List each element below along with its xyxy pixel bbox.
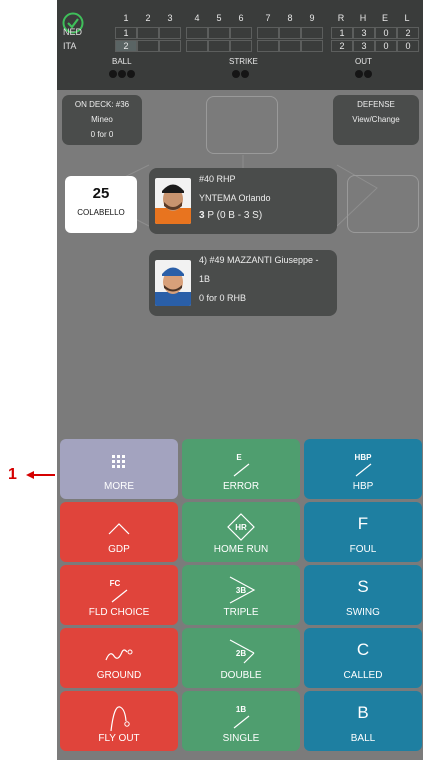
triple-button[interactable]: 3B TRIPLE (182, 565, 300, 625)
pitch-detail: P (0 B - 3 S) (204, 210, 263, 221)
fielders-choice-icon: FC (110, 579, 128, 603)
home-run-button[interactable]: HR HOME RUN (182, 502, 300, 562)
gdp-button[interactable]: GDP (60, 502, 178, 562)
batter-stats: 0 for 0 RHB (199, 293, 247, 303)
defense-title: DEFENSE (357, 100, 395, 109)
foul-letter: F (357, 514, 369, 533)
fly-out-button[interactable]: FLY OUT (60, 691, 178, 751)
batter-avatar (155, 260, 191, 306)
runner-card-third[interactable]: 25 COLABELLO (65, 176, 137, 233)
called-button[interactable]: C CALLED (304, 628, 422, 688)
error-icon: E (233, 453, 250, 477)
batter-number-name: 4) #49 MAZZANTI Giuseppe - (199, 255, 319, 265)
home-run-label: HOME RUN (213, 544, 269, 555)
double-play-path-icon (108, 523, 130, 535)
ball-label: BALL (350, 733, 376, 744)
fielders-choice-button[interactable]: FC FLD CHOICE (60, 565, 178, 625)
foul-label: FOUL (349, 544, 377, 555)
hbp-label: HBP (352, 481, 374, 492)
hbp-icon: HBP (355, 453, 373, 477)
home-run-icon-text: HR (235, 523, 247, 532)
pitcher-name: YNTEMA Orlando (199, 193, 271, 203)
on-deck-stats: 0 for 0 (90, 130, 114, 139)
second-base-slot[interactable] (206, 96, 278, 154)
callout-arrow-icon (26, 471, 55, 479)
pitcher-number: #40 RHP (199, 174, 236, 184)
error-button[interactable]: E ERROR (182, 439, 300, 499)
defense-action: View/Change (352, 115, 400, 124)
called-letter: C (356, 640, 370, 659)
first-base-slot[interactable] (347, 175, 419, 233)
ground-label: GROUND (96, 670, 142, 681)
home-run-diamond-icon: HR (227, 513, 255, 541)
pitch-count-line: 3 P (0 B - 3 S) (199, 210, 262, 221)
single-label: SINGLE (222, 733, 260, 744)
triple-base-path-icon: 3B (229, 576, 256, 604)
triple-icon-text: 3B (236, 586, 246, 595)
error-label: ERROR (222, 481, 260, 492)
defense-button[interactable]: DEFENSE View/Change (333, 95, 419, 145)
single-icon-text: 1B (236, 705, 246, 714)
hbp-button[interactable]: HBP HBP (304, 439, 422, 499)
swing-letter: S (357, 577, 369, 596)
double-icon-text: 2B (236, 649, 246, 658)
double-button[interactable]: 2B DOUBLE (182, 628, 300, 688)
fc-icon-text: FC (110, 579, 121, 588)
pitcher-card[interactable]: #40 RHP YNTEMA Orlando 3 P (0 B - 3 S) (149, 168, 337, 234)
called-label: CALLED (343, 670, 383, 681)
fly-out-label: FLY OUT (98, 733, 140, 744)
runner-number: 25 (92, 185, 110, 202)
ball-button[interactable]: B BALL (304, 691, 422, 751)
more-button[interactable]: MORE (60, 439, 178, 499)
on-deck-panel[interactable]: ON DECK: #36 Mineo 0 for 0 (62, 95, 142, 145)
ball-letter: B (357, 703, 369, 722)
grid-dots-icon (112, 455, 125, 468)
pitcher-avatar (155, 178, 191, 224)
hbp-icon-text: HBP (355, 453, 373, 462)
swing-label: SWING (346, 607, 380, 618)
more-label: MORE (104, 481, 134, 492)
batter-card[interactable]: 4) #49 MAZZANTI Giuseppe - 1B 0 for 0 RH… (149, 250, 337, 316)
error-icon-text: E (236, 453, 242, 462)
swing-button[interactable]: S SWING (304, 565, 422, 625)
fly-ball-path-icon (110, 706, 130, 731)
gdp-label: GDP (108, 544, 130, 555)
scoring-app: NED ITA 1 2 3 4 5 6 7 8 9 1 2 2 R H E (57, 0, 423, 760)
ground-ball-path-icon (105, 649, 133, 661)
double-label: DOUBLE (220, 670, 262, 681)
on-deck-name: Mineo (91, 115, 113, 124)
callout-number: 1 (8, 466, 17, 483)
single-button[interactable]: 1B SINGLE (182, 691, 300, 751)
runner-name: COLABELLO (77, 208, 125, 217)
double-base-path-icon: 2B (229, 639, 255, 664)
on-deck-title: ON DECK: #36 (74, 100, 130, 109)
ground-button[interactable]: GROUND (60, 628, 178, 688)
fld-choice-label: FLD CHOICE (88, 607, 150, 618)
foul-button[interactable]: F FOUL (304, 502, 422, 562)
triple-label: TRIPLE (223, 607, 259, 618)
batter-position: 1B (199, 274, 211, 284)
single-base-path-icon: 1B (233, 705, 250, 729)
